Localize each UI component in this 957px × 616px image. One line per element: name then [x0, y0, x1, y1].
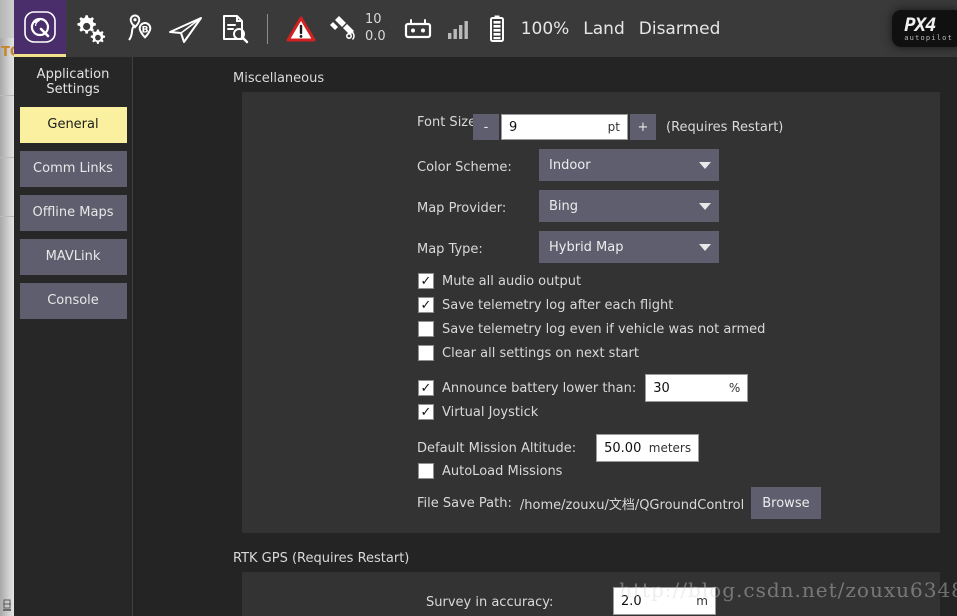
font-size-label: Font Size:	[417, 115, 481, 130]
default-mission-altitude-label: Default Mission Altitude:	[417, 440, 577, 456]
default-mission-altitude-value: 50.00	[604, 440, 642, 456]
map-type-dropdown[interactable]: Hybrid Map	[539, 231, 719, 263]
survey-accuracy-input[interactable]: 2.0 m	[613, 587, 716, 615]
survey-accuracy-label: Survey in accuracy:	[426, 595, 554, 610]
px4-logo-subtext: autopilot	[904, 33, 953, 42]
paper-plane-icon[interactable]	[162, 0, 210, 57]
main-toolbar: B 10 0.0 100% Land Disarmed PX4 autopilo…	[14, 0, 957, 57]
sidebar-item-general[interactable]: General	[19, 107, 127, 143]
screen-root: TO B 10 0.0 100% Land Disarmed PX4 autop…	[0, 0, 957, 616]
autoload-missions-checkbox[interactable]	[418, 463, 434, 479]
settings-sidebar: Application Settings General Comm Links …	[14, 57, 133, 616]
announce-battery-input[interactable]: 30 %	[645, 374, 749, 402]
warning-triangle-icon[interactable]	[277, 0, 325, 57]
battery-icon	[480, 0, 514, 57]
qgc-logo-icon[interactable]	[14, 0, 66, 57]
color-scheme-value: Indoor	[549, 157, 591, 173]
map-provider-dropdown[interactable]: Bing	[539, 190, 719, 222]
plan-route-icon[interactable]: B	[114, 0, 162, 57]
announce-battery-label: Announce battery lower than:	[442, 380, 637, 396]
font-size-value: 9	[509, 119, 518, 135]
font-size-restart-note: (Requires Restart)	[666, 119, 784, 135]
battery-percent: 100%	[520, 18, 570, 39]
px4-autopilot-logo: PX4 autopilot	[892, 10, 957, 47]
default-mission-altitude-unit: meters	[648, 441, 692, 455]
save-telemetry-unarmed-checkbox[interactable]	[418, 321, 434, 337]
mute-audio-checkbox[interactable]: ✓	[418, 273, 434, 289]
clear-settings-checkbox[interactable]	[418, 345, 434, 361]
arm-state-label[interactable]: Disarmed	[639, 19, 721, 39]
gps-readout: 10 0.0	[365, 12, 386, 45]
save-telemetry-unarmed-label: Save telemetry log even if vehicle was n…	[442, 321, 766, 337]
map-type-value: Hybrid Map	[549, 239, 624, 255]
color-scheme-dropdown[interactable]: Indoor	[539, 149, 719, 181]
px4-logo-text: PX4	[904, 14, 936, 37]
font-size-input[interactable]: 9 pt	[501, 114, 628, 140]
mute-audio-label: Mute all audio output	[442, 273, 582, 289]
autoload-missions-label: AutoLoad Missions	[442, 463, 563, 479]
flight-mode-label[interactable]: Land	[583, 19, 624, 39]
analyze-doc-icon[interactable]	[210, 0, 258, 57]
gears-icon[interactable]	[66, 0, 114, 57]
save-telemetry-label: Save telemetry log after each flight	[442, 297, 674, 313]
survey-accuracy-unit: m	[696, 594, 708, 608]
gps-satellite-count: 10	[365, 12, 382, 28]
clear-settings-label: Clear all settings on next start	[442, 345, 639, 361]
sidebar-item-comm-links[interactable]: Comm Links	[19, 151, 127, 187]
sidebar-item-console[interactable]: Console	[19, 283, 127, 319]
miscellaneous-heading: Miscellaneous	[233, 71, 325, 86]
save-telemetry-checkbox[interactable]: ✓	[418, 297, 434, 313]
satellite-icon	[325, 0, 363, 57]
chevron-down-icon	[699, 243, 711, 251]
font-size-unit: pt	[607, 120, 620, 134]
toolbar-divider	[267, 13, 268, 44]
settings-content: Miscellaneous Font Size: - 9 pt + (Requi…	[134, 57, 957, 616]
map-type-label: Map Type:	[417, 242, 483, 257]
gps-hdop-value: 0.0	[365, 28, 386, 44]
sidebar-item-offline-maps[interactable]: Offline Maps	[19, 195, 127, 231]
qgroundcontrol-window: B 10 0.0 100% Land Disarmed PX4 autopilo…	[14, 0, 957, 616]
rtk-gps-heading: RTK GPS (Requires Restart)	[233, 551, 410, 566]
announce-battery-value: 30	[653, 380, 670, 396]
signal-bars-icon	[442, 0, 474, 57]
file-save-path-label: File Save Path:	[417, 495, 512, 511]
map-provider-value: Bing	[549, 198, 579, 214]
sidebar-item-mavlink[interactable]: MAVLink	[19, 239, 127, 275]
svg-text:B: B	[142, 25, 149, 35]
announce-battery-unit: %	[728, 381, 741, 395]
font-size-decrement-button[interactable]: -	[473, 114, 499, 140]
sidebar-title: Application Settings	[36, 67, 110, 97]
rc-transmitter-icon	[394, 0, 442, 57]
map-provider-label: Map Provider:	[417, 201, 507, 216]
font-size-increment-button[interactable]: +	[630, 114, 656, 140]
rtk-gps-panel	[242, 572, 940, 616]
virtual-joystick-label: Virtual Joystick	[442, 404, 539, 420]
chevron-down-icon	[699, 202, 711, 210]
browse-button[interactable]: Browse	[751, 487, 821, 519]
survey-accuracy-value: 2.0	[621, 593, 642, 609]
file-save-path-value: /home/zouxu/文档/QGroundControl	[519, 497, 745, 513]
virtual-joystick-checkbox[interactable]: ✓	[418, 404, 434, 420]
announce-battery-checkbox[interactable]: ✓	[418, 380, 434, 396]
color-scheme-label: Color Scheme:	[417, 160, 512, 175]
chevron-down-icon	[699, 161, 711, 169]
default-mission-altitude-input[interactable]: 50.00 meters	[596, 434, 700, 462]
